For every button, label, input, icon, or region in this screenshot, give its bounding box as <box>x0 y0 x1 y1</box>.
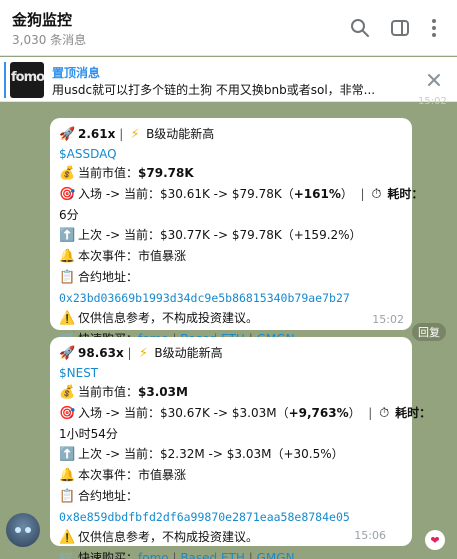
bell-icon: 🔔 <box>59 249 76 264</box>
up-arrow-icon: ⬆️ <box>59 447 76 462</box>
heart-reaction-icon[interactable]: ❤ <box>425 530 445 550</box>
disclaimer: ⚠️ 仅供信息参考，不构成投资建议。 <box>59 527 402 548</box>
buy-link-fomo[interactable]: fomo <box>138 551 169 559</box>
target-icon: 🎯 <box>59 406 76 421</box>
contract-label-line: 📋 合约地址： <box>59 267 402 288</box>
search-icon[interactable] <box>348 16 372 40</box>
lightning-icon: ⚡ <box>138 346 148 361</box>
contract-address[interactable]: 0x8e859dbdfbfd2df6a99870e2871eaa58e8784e… <box>59 507 402 527</box>
previous-message-time: 15:02 <box>418 96 447 107</box>
cart-icon: 🛒 <box>59 551 76 559</box>
token-symbol[interactable]: $ASSDAQ <box>59 145 402 163</box>
headline: 🚀 2.61x | ⚡ B级动能新高 <box>59 124 402 145</box>
lightning-icon: ⚡ <box>130 127 140 142</box>
sidebar-icon[interactable] <box>388 16 412 40</box>
chat-title[interactable]: 金狗监控 <box>12 9 72 30</box>
message-count: 3,030 条消息 <box>12 33 87 47</box>
stopwatch-icon: ⏱ <box>379 406 390 421</box>
buy-link-based-eth[interactable]: Based ETH <box>180 551 245 559</box>
market-cap-line: 💰 当前市值：$79.78K <box>59 163 402 184</box>
warning-icon: ⚠️ <box>59 311 76 326</box>
contract-address[interactable]: 0x23bd03669b1993d34dc9e5b86815340b79ae7b… <box>59 288 402 308</box>
warning-icon: ⚠️ <box>59 530 76 545</box>
buy-link-gmgn[interactable]: GMGN <box>257 551 295 559</box>
entry-line: 🎯 入场 -> 当前：$30.61K -> $79.78K（+161%） | ⏱ 耗… <box>59 184 423 205</box>
previous-line: ⬆️ 上次 -> 当前：$30.77K -> $79.78K（+159.2%） <box>59 225 402 246</box>
elapsed-value: 6分 <box>59 208 79 222</box>
up-arrow-icon: ⬆️ <box>59 228 76 243</box>
message-bubble: 🚀 98.63x | ⚡ B级动能新高 $NEST 💰 当前市值：$3.03M 🎯 入场… <box>50 337 431 559</box>
disclaimer: ⚠️ 仅供信息参考，不构成投资建议。 <box>59 308 402 329</box>
reply-button[interactable]: 回复 <box>412 323 446 341</box>
event-line: 🔔 本次事件：市值暴涨 <box>59 246 402 267</box>
close-icon[interactable] <box>424 70 444 90</box>
contract-label-line: 📋 合约地址： <box>59 486 402 507</box>
stopwatch-icon: ⏱ <box>371 187 382 202</box>
message-time: 15:02 <box>372 313 404 326</box>
pinned-title: 置顶消息 <box>52 66 101 80</box>
event-line: 🔔 本次事件：市值暴涨 <box>59 465 402 486</box>
previous-line: ⬆️ 上次 -> 当前：$2.32M -> $3.03M（+30.5%） <box>59 444 402 465</box>
headline: 🚀 98.63x | ⚡ B级动能新高 <box>59 343 402 364</box>
elapsed-value: 1小时54分 <box>59 427 118 441</box>
quick-buy-line: 🛒快速购买：fomo | Based ETH | GMGN <box>59 548 402 559</box>
rocket-icon: 🚀 <box>59 346 76 361</box>
bell-icon: 🔔 <box>59 468 76 483</box>
bot-avatar[interactable] <box>6 513 40 547</box>
pinned-message[interactable]: fomo 置顶消息 用usdc就可以打多个链的土狗 不用又换bnb或者sol，非… <box>0 57 457 102</box>
token-symbol[interactable]: $NEST <box>59 364 402 382</box>
rocket-icon: 🚀 <box>59 127 76 142</box>
target-icon: 🎯 <box>59 187 76 202</box>
more-icon[interactable] <box>422 16 446 40</box>
entry-line: 🎯 入场 -> 当前：$30.67K -> $3.03M（+9,763%） | ⏱… <box>59 403 431 424</box>
pinned-indicator <box>4 62 6 98</box>
money-bag-icon: 💰 <box>59 166 76 181</box>
message-time: 15:06 <box>354 529 386 542</box>
clipboard-icon: 📋 <box>59 270 76 285</box>
message-bubble: 🚀 2.61x | ⚡ B级动能新高 $ASSDAQ 💰 当前市值：$79.78K 🎯… <box>50 118 423 347</box>
pinned-text: 用usdc就可以打多个链的土狗 不用又换bnb或者sol，非常... <box>52 83 376 97</box>
chat-header: 金狗监控 3,030 条消息 <box>0 0 457 56</box>
pinned-thumbnail: fomo <box>10 62 44 98</box>
market-cap-line: 💰 当前市值：$3.03M <box>59 382 402 403</box>
money-bag-icon: 💰 <box>59 385 76 400</box>
clipboard-icon: 📋 <box>59 489 76 504</box>
